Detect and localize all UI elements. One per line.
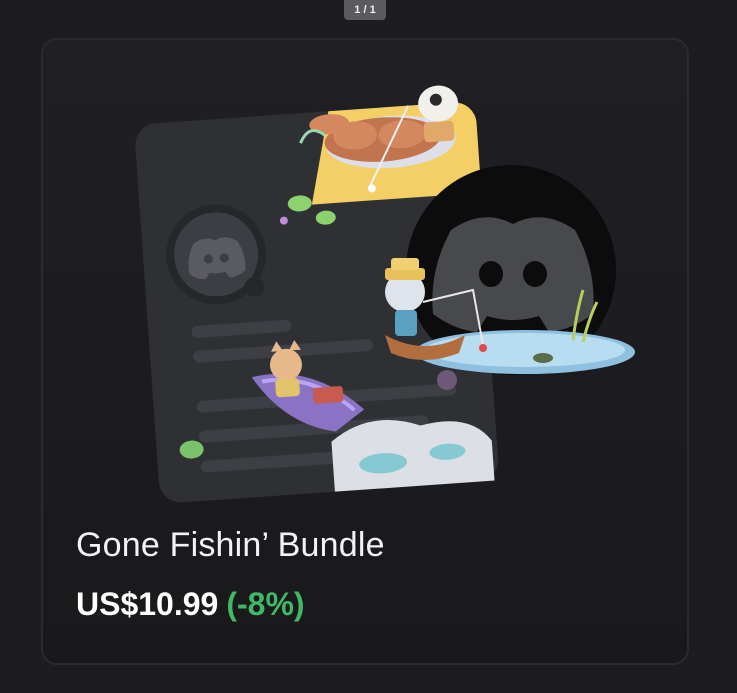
page-counter: 1 / 1: [344, 0, 386, 20]
price-row: US$10.99 (-8%): [76, 586, 305, 623]
bundle-card[interactable]: Gone Fishin’ Bundle US$10.99 (-8%): [41, 38, 689, 665]
bundle-preview-art: [135, 85, 635, 503]
shop-preview-page: 1 / 1 Gone Fishin’ Bundle US$10.99 (-8%): [0, 0, 737, 693]
bundle-price: US$10.99: [76, 586, 219, 622]
bundle-title: Gone Fishin’ Bundle: [76, 526, 385, 564]
discount-badge: (-8%): [226, 586, 305, 622]
